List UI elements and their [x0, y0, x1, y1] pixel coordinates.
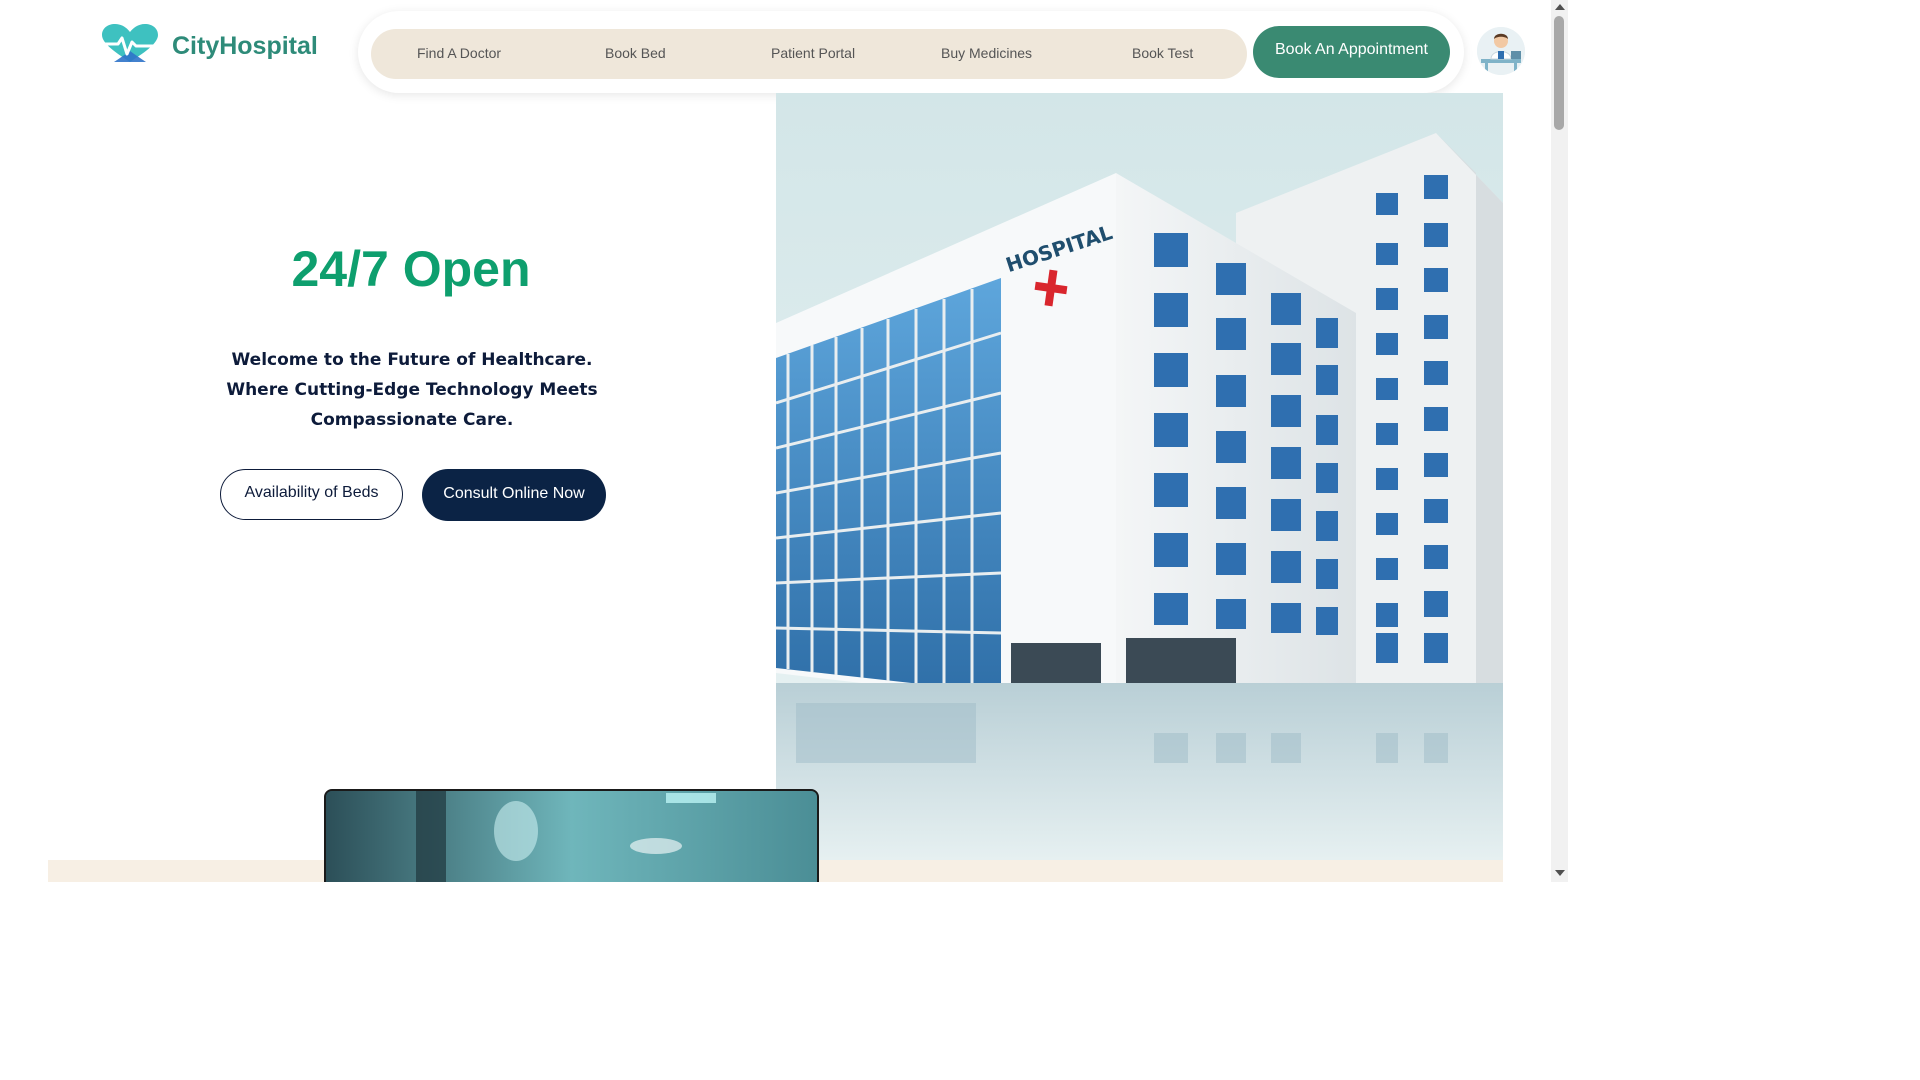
- availability-of-beds-button[interactable]: Availability of Beds: [220, 469, 403, 520]
- nav-buy-medicines[interactable]: Buy Medicines: [941, 45, 1032, 61]
- nav-patient-portal[interactable]: Patient Portal: [771, 45, 855, 61]
- nav-book-bed[interactable]: Book Bed: [605, 45, 666, 61]
- hero-line-2: Where Cutting-Edge Technology Meets: [226, 380, 598, 400]
- page-scrollbar[interactable]: [1551, 0, 1568, 882]
- hero-line-3: Compassionate Care.: [310, 410, 514, 430]
- heart-pulse-icon: [100, 24, 160, 69]
- book-appointment-button[interactable]: Book An Appointment: [1253, 26, 1450, 78]
- scroll-down-arrow-icon[interactable]: [1555, 870, 1565, 876]
- scrollbar-thumb[interactable]: [1554, 16, 1564, 130]
- nav-book-test[interactable]: Book Test: [1132, 45, 1193, 61]
- hospital-interior-image: [324, 789, 819, 882]
- page: CityHospital Find A Doctor Book Bed Pati…: [0, 0, 1568, 882]
- nav-find-doctor[interactable]: Find A Doctor: [417, 45, 501, 61]
- brand-name: CityHospital: [172, 32, 318, 60]
- logo[interactable]: CityHospital: [100, 24, 318, 69]
- hero-tagline: Welcome to the Future of Healthcare. Whe…: [212, 345, 612, 435]
- nav-links: Find A Doctor Book Bed Patient Portal Bu…: [371, 29, 1247, 79]
- hero-line-1: Welcome to the Future of Healthcare.: [231, 350, 593, 370]
- consult-online-button[interactable]: Consult Online Now: [422, 469, 606, 521]
- scroll-up-arrow-icon[interactable]: [1555, 4, 1565, 10]
- hospital-building-illustration: HOSPITAL: [776, 93, 1503, 860]
- hero-title: 24/7 Open: [291, 241, 531, 297]
- doctor-avatar-icon[interactable]: [1477, 27, 1525, 75]
